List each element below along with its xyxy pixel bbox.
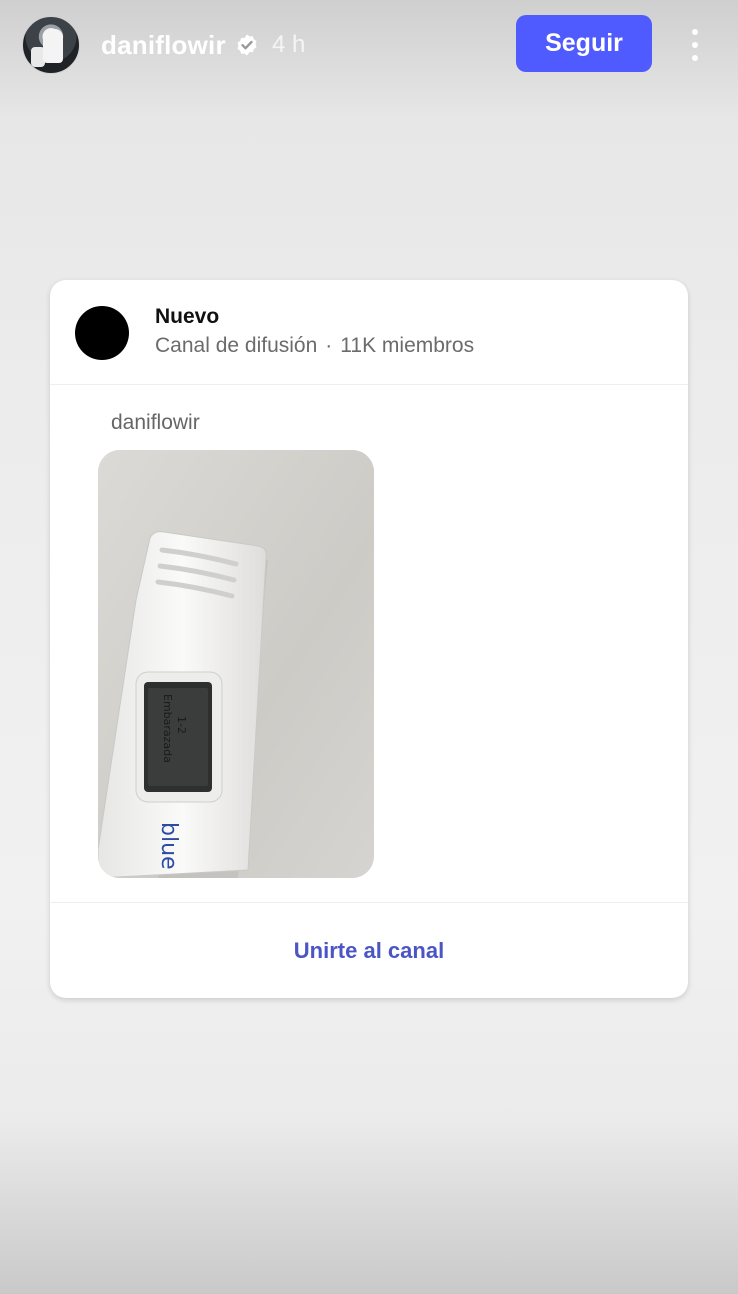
more-dot <box>692 55 698 61</box>
story-header: daniflowir 4 h Seguir <box>0 0 738 92</box>
svg-text:blue: blue <box>156 822 181 870</box>
more-vertical-icon[interactable] <box>684 25 706 65</box>
more-dot <box>692 42 698 48</box>
brand-logo: blue <box>156 822 181 870</box>
svg-text:1-2: 1-2 <box>175 716 188 734</box>
message-sender: daniflowir <box>111 411 200 434</box>
username[interactable]: daniflowir <box>101 30 226 60</box>
pregnancy-test-image: Embarazada 1-2 blue <box>98 450 374 878</box>
join-channel-button[interactable]: Unirte al canal <box>294 937 444 965</box>
channel-share-card[interactable]: Nuevo Canal de difusión · 11K miembros dan… <box>50 280 688 998</box>
channel-avatar <box>75 306 129 360</box>
message-photo[interactable]: Embarazada 1-2 blue <box>98 450 374 878</box>
channel-header[interactable]: Nuevo Canal de difusión · 11K miembros <box>50 280 688 385</box>
more-dot <box>692 29 698 35</box>
svg-text:Embarazada: Embarazada <box>161 694 174 763</box>
profile-avatar[interactable] <box>22 16 80 74</box>
member-count: 11K miembros <box>340 334 475 357</box>
avatar-figure <box>43 29 63 63</box>
verified-badge-icon <box>237 34 257 56</box>
card-footer: Unirte al canal <box>50 902 688 998</box>
channel-subtitle: Canal de difusión · 11K miembros <box>155 333 474 359</box>
post-time: 4 h <box>272 31 306 58</box>
channel-type: Canal de difusión <box>155 334 318 357</box>
channel-title: Nuevo <box>155 305 220 328</box>
separator-dot: · <box>325 334 333 357</box>
follow-button[interactable]: Seguir <box>516 15 652 72</box>
